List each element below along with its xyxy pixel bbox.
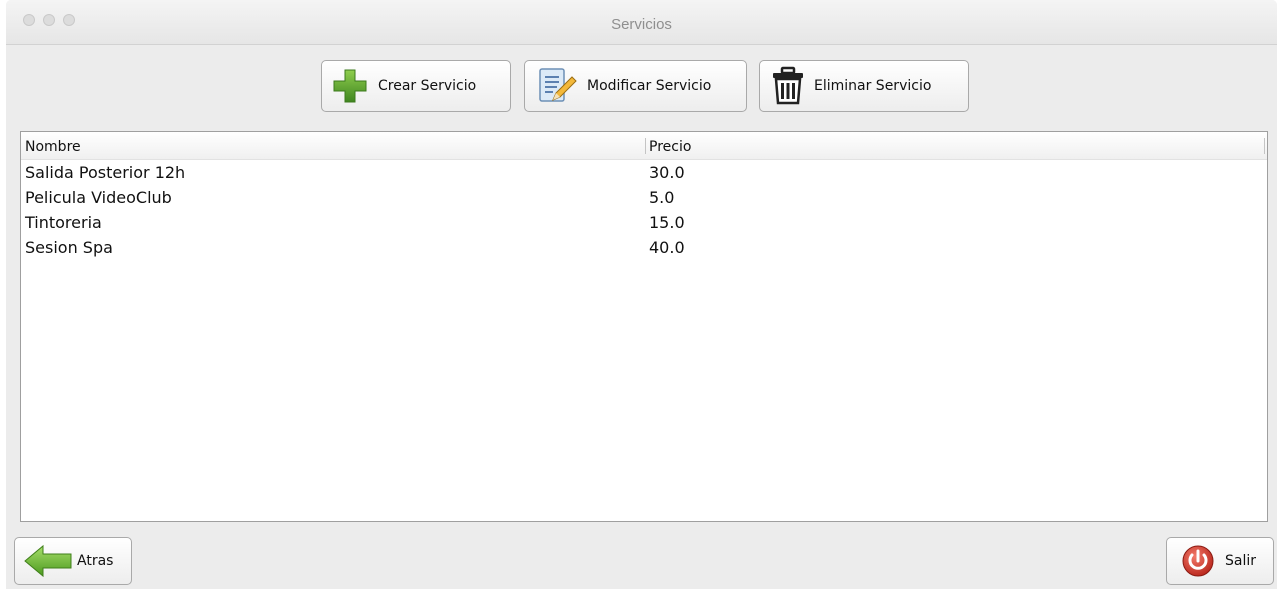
create-service-button[interactable]: Crear Servicio <box>321 60 511 112</box>
cell-nombre: Pelicula VideoClub <box>25 188 172 207</box>
modify-service-label: Modificar Servicio <box>587 78 712 94</box>
back-label: Atras <box>77 553 114 569</box>
cell-precio: 5.0 <box>649 188 675 207</box>
servicios-window: Servicios Crear Servicio Modificar Servi… <box>6 0 1277 589</box>
cell-precio: 30.0 <box>649 163 685 182</box>
trash-icon <box>770 66 806 106</box>
cell-nombre: Sesion Spa <box>25 238 113 257</box>
table-row[interactable]: Sesion Spa 40.0 <box>21 235 1267 260</box>
back-button[interactable]: Atras <box>14 537 132 585</box>
column-header-precio[interactable]: Precio <box>649 139 691 155</box>
table-row[interactable]: Tintoreria 15.0 <box>21 210 1267 235</box>
table-header: Nombre Precio <box>21 132 1267 160</box>
cell-precio: 40.0 <box>649 238 685 257</box>
services-table[interactable]: Nombre Precio Salida Posterior 12h 30.0 … <box>20 131 1268 522</box>
table-body: Salida Posterior 12h 30.0 Pelicula Video… <box>21 160 1267 260</box>
exit-button[interactable]: Salir <box>1166 537 1274 585</box>
edit-document-icon <box>537 66 579 106</box>
plus-icon <box>332 68 368 104</box>
create-service-label: Crear Servicio <box>378 78 477 94</box>
column-header-nombre[interactable]: Nombre <box>25 139 81 155</box>
column-separator <box>1264 138 1265 154</box>
delete-service-button[interactable]: Eliminar Servicio <box>759 60 969 112</box>
window-title: Servicios <box>611 16 672 33</box>
cell-precio: 15.0 <box>649 213 685 232</box>
modify-service-button[interactable]: Modificar Servicio <box>524 60 747 112</box>
cell-nombre: Salida Posterior 12h <box>25 163 186 182</box>
table-row[interactable]: Pelicula VideoClub 5.0 <box>21 185 1267 210</box>
arrow-left-icon <box>23 544 73 578</box>
title-bar: Servicios <box>6 0 1277 45</box>
delete-service-label: Eliminar Servicio <box>814 78 932 94</box>
cell-nombre: Tintoreria <box>25 213 102 232</box>
power-icon <box>1181 544 1215 578</box>
column-separator <box>645 138 646 154</box>
exit-label: Salir <box>1225 553 1257 569</box>
table-row[interactable]: Salida Posterior 12h 30.0 <box>21 160 1267 185</box>
